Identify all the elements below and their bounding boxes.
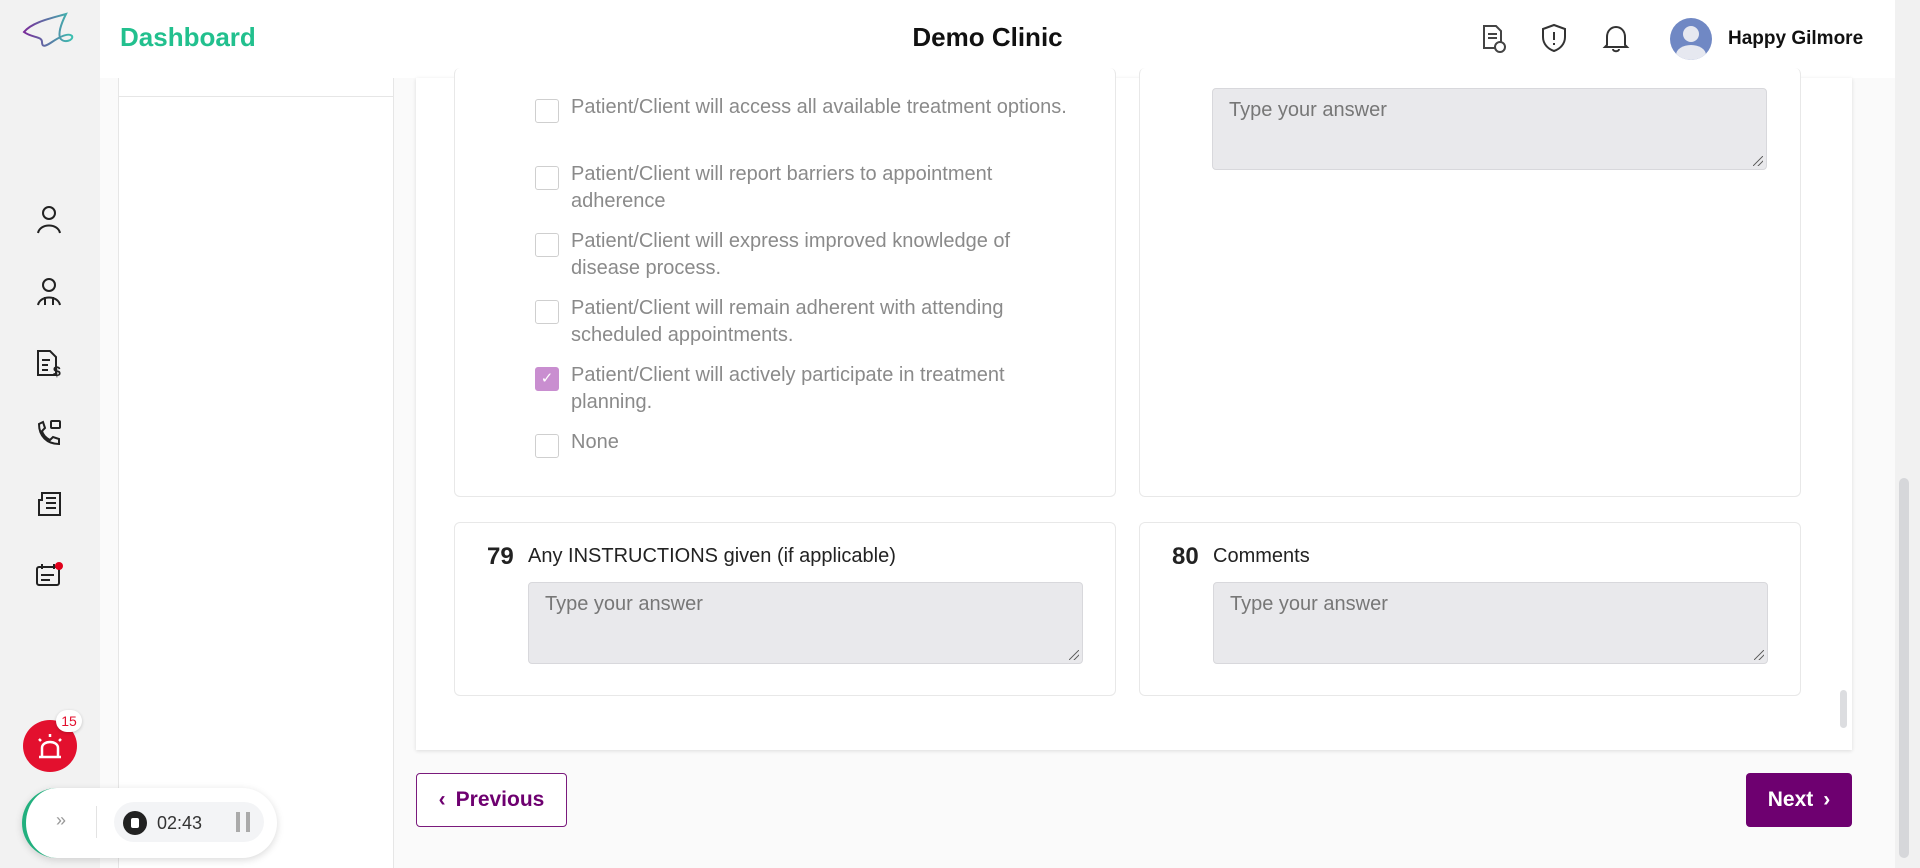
goal-option-label[interactable]: Patient/Client will actively participate… bbox=[571, 362, 1071, 416]
chevron-right-icon: › bbox=[1823, 788, 1831, 811]
bell-icon[interactable] bbox=[1600, 22, 1632, 54]
user-icon[interactable] bbox=[32, 203, 66, 237]
question-label: Comments bbox=[1213, 545, 1310, 567]
shield-alert-icon[interactable] bbox=[1538, 22, 1570, 54]
header: Dashboard Demo Clinic Happy Gilmore bbox=[100, 0, 1895, 78]
goals-question-card: Patient/Client will access all available… bbox=[454, 68, 1116, 497]
page-scrollbar-thumb[interactable] bbox=[1899, 478, 1909, 858]
goal-option-label[interactable]: None bbox=[571, 429, 1071, 456]
recorder-widget: » 02:43 bbox=[22, 788, 277, 858]
avatar[interactable] bbox=[1670, 18, 1712, 60]
previous-button[interactable]: ‹ Previous bbox=[416, 773, 567, 827]
sidebar: $ 15 bbox=[0, 0, 100, 868]
question-number: 79 bbox=[487, 543, 514, 570]
svg-text:$: $ bbox=[53, 363, 61, 378]
previous-question-card: Type your answer bbox=[1139, 68, 1801, 497]
goal-checkbox[interactable] bbox=[535, 300, 559, 324]
phone-icon[interactable] bbox=[32, 416, 66, 450]
goal-checkbox[interactable] bbox=[535, 166, 559, 190]
previous-label: Previous bbox=[455, 788, 545, 811]
billing-icon[interactable]: $ bbox=[32, 346, 66, 380]
siren-icon bbox=[38, 734, 62, 759]
user-name[interactable]: Happy Gilmore bbox=[1728, 28, 1863, 50]
alert-count-badge: 15 bbox=[56, 710, 82, 732]
goal-checkbox[interactable]: ✓ bbox=[535, 367, 559, 391]
next-label: Next bbox=[1767, 788, 1814, 811]
pause-button[interactable] bbox=[236, 812, 250, 832]
instructions-textarea[interactable]: Type your answer bbox=[528, 582, 1083, 664]
question-number: 80 bbox=[1172, 543, 1199, 570]
goal-option-label[interactable]: Patient/Client will remain adherent with… bbox=[571, 295, 1071, 349]
doctor-icon[interactable] bbox=[32, 275, 66, 309]
answer-textarea[interactable]: Type your answer bbox=[1212, 88, 1767, 170]
calendar-icon[interactable] bbox=[32, 558, 66, 592]
section-list-panel bbox=[118, 78, 394, 868]
question-label: Any INSTRUCTIONS given (if applicable) bbox=[528, 545, 896, 567]
goal-checkbox[interactable] bbox=[535, 434, 559, 458]
news-icon[interactable] bbox=[32, 487, 66, 521]
question-79-card: 79 Any INSTRUCTIONS given (if applicable… bbox=[454, 522, 1116, 696]
document-alert-icon[interactable] bbox=[1476, 22, 1508, 54]
logo-icon bbox=[22, 12, 74, 47]
recording-time: 02:43 bbox=[157, 813, 203, 833]
form-card: Patient/Client will access all available… bbox=[416, 68, 1852, 750]
stop-record-button[interactable] bbox=[123, 811, 147, 835]
goal-option-label[interactable]: Patient/Client will express improved kno… bbox=[571, 228, 1071, 282]
comments-textarea[interactable]: Type your answer bbox=[1213, 582, 1768, 664]
question-80-card: 80 Comments Type your answer bbox=[1139, 522, 1801, 696]
goal-checkbox[interactable] bbox=[535, 233, 559, 257]
goal-option-label[interactable]: Patient/Client will access all available… bbox=[571, 94, 1071, 121]
page-scrollbar[interactable] bbox=[1895, 0, 1920, 868]
goal-option-label[interactable]: Patient/Client will report barriers to a… bbox=[571, 161, 1071, 215]
goal-checkbox[interactable] bbox=[535, 99, 559, 123]
expand-icon[interactable]: » bbox=[56, 810, 66, 831]
next-button[interactable]: Next › bbox=[1746, 773, 1852, 827]
inner-scrollbar-thumb[interactable] bbox=[1840, 690, 1847, 728]
chevron-left-icon: ‹ bbox=[438, 788, 446, 811]
